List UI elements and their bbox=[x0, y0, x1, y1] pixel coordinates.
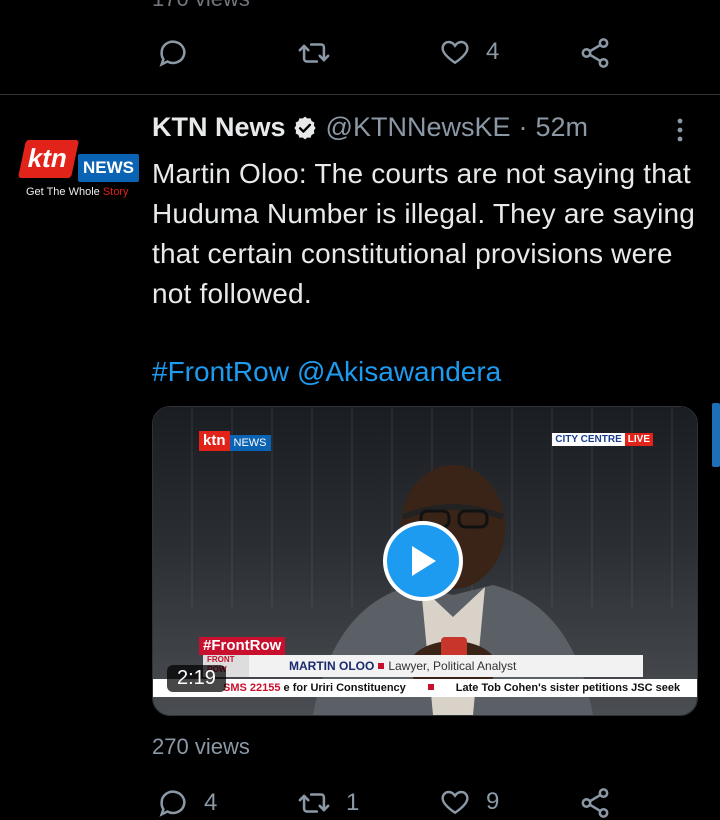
tweet-divider bbox=[0, 94, 720, 95]
show-hashtag: #FrontRow bbox=[199, 637, 286, 655]
video-news-badge: NEWS bbox=[229, 435, 271, 451]
ktn-tagline: Get The Whole Story bbox=[26, 186, 129, 198]
hashtag-link[interactable]: #FrontRow bbox=[152, 356, 289, 387]
more-button[interactable] bbox=[668, 116, 692, 149]
play-icon bbox=[412, 546, 436, 576]
header-separator: · bbox=[518, 112, 528, 142]
share-icon bbox=[581, 38, 609, 68]
lower-third: FRONT ROW MARTIN OLOOLawyer, Political A… bbox=[203, 655, 643, 677]
location-label: CITY CENTRE bbox=[552, 433, 625, 446]
video-duration: 2:19 bbox=[167, 665, 226, 692]
video-ktn-logo: ktn NEWS bbox=[199, 431, 271, 451]
more-icon bbox=[677, 118, 683, 142]
author-handle[interactable]: @KTNNewsKE bbox=[326, 112, 511, 143]
share-button[interactable] bbox=[578, 786, 612, 820]
like-count: 9 bbox=[486, 788, 500, 815]
scroll-indicator[interactable] bbox=[712, 403, 720, 467]
verified-icon bbox=[292, 115, 318, 141]
like-button[interactable]: 9 bbox=[438, 786, 499, 818]
guest-title: Lawyer, Political Analyst bbox=[388, 659, 517, 673]
share-icon bbox=[581, 788, 609, 818]
retweet-count: 1 bbox=[346, 789, 360, 816]
ticker-item-a: e for Uriri Constituency bbox=[283, 682, 406, 694]
lower-third-caption: MARTIN OLOO Lawyer, Political Analyst bbox=[289, 659, 516, 673]
author-name[interactable]: KTN News bbox=[152, 112, 286, 143]
like-icon bbox=[441, 40, 469, 65]
news-ticker: SMS 22155 e for Uriri Constituency Late T… bbox=[153, 679, 697, 697]
reply-button[interactable]: 4 bbox=[156, 786, 217, 820]
tweet-time[interactable]: 52m bbox=[535, 112, 588, 143]
video-player[interactable]: ktn NEWS CITY CENTRE LIVE #FrontRow FRON… bbox=[152, 406, 698, 716]
reply-icon bbox=[159, 40, 186, 67]
reply-icon bbox=[159, 790, 186, 817]
live-label: LIVE bbox=[624, 433, 653, 446]
previous-tweet-views: 170 views bbox=[152, 0, 250, 12]
retweet-button[interactable]: 1 bbox=[296, 786, 359, 820]
play-button[interactable] bbox=[383, 521, 463, 601]
ticker-sms: SMS 22155 bbox=[223, 682, 281, 694]
like-button[interactable]: 4 bbox=[438, 36, 499, 68]
retweet-icon bbox=[298, 793, 330, 813]
ktn-news-badge: NEWS bbox=[78, 154, 139, 182]
reply-button[interactable] bbox=[156, 36, 190, 70]
guest-name: MARTIN OLOO bbox=[289, 659, 375, 673]
ticker-item-b: Late Tob Cohen's sister petitions JSC se… bbox=[455, 682, 681, 694]
tweet-links: #FrontRow @Akisawandera bbox=[152, 352, 509, 392]
tweet-header: KTN News @KTNNewsKE · 52m bbox=[152, 112, 588, 143]
video-ktn-text: ktn bbox=[199, 431, 230, 451]
reply-count: 4 bbox=[204, 789, 218, 816]
avatar[interactable]: ktn NEWS Get The Whole Story bbox=[17, 140, 139, 202]
ktn-tagline-b: Story bbox=[102, 186, 129, 198]
location-live-badge: CITY CENTRE LIVE bbox=[552, 433, 653, 446]
tweet-views: 270 views bbox=[152, 734, 250, 759]
retweet-button[interactable] bbox=[296, 36, 332, 70]
mention-link[interactable]: @Akisawandera bbox=[297, 356, 501, 387]
like-icon bbox=[441, 790, 469, 815]
retweet-icon bbox=[298, 43, 330, 63]
tweet-text: Martin Oloo: The courts are not saying t… bbox=[152, 158, 696, 309]
ktn-tagline-a: Get The Whole bbox=[26, 186, 103, 198]
like-count: 4 bbox=[486, 38, 500, 65]
share-button[interactable] bbox=[578, 36, 612, 70]
ktn-logo-text: ktn bbox=[17, 140, 80, 178]
